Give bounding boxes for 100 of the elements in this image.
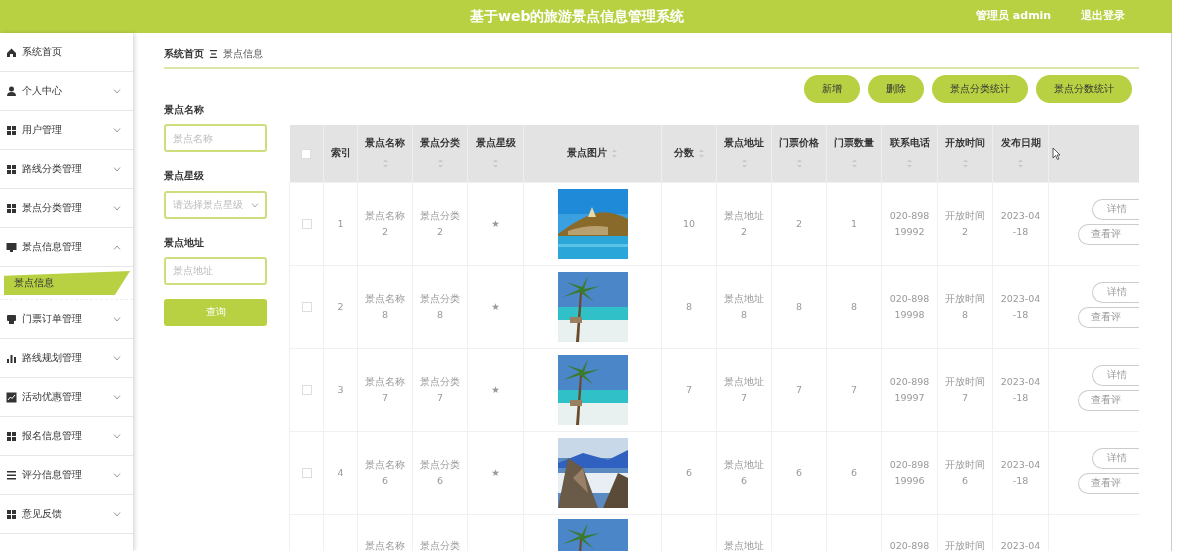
table-cell: 开放时间2 — [945, 209, 985, 237]
home-icon — [6, 46, 17, 58]
column-header[interactable]: 景点地址 — [724, 137, 764, 148]
column-header[interactable]: 联系电话 — [889, 137, 930, 148]
monitor-icon — [6, 241, 17, 253]
field-label: 景点名称 — [164, 103, 205, 117]
column-header[interactable]: 景点星级 — [475, 137, 516, 148]
table-cell: 2 — [795, 217, 802, 229]
sidebar-item[interactable]: 景点信息管理 — [0, 228, 133, 267]
table-cell: 1 — [337, 217, 344, 229]
table-cell: 景点地址7 — [724, 375, 764, 403]
chevron-icon — [251, 202, 259, 208]
sidebar-item[interactable]: 活动优惠管理 — [0, 378, 133, 417]
checkbox[interactable] — [301, 302, 312, 312]
action-button[interactable]: 景点分数统计 — [1036, 75, 1132, 103]
column-header[interactable]: 发布日期 — [1000, 137, 1041, 148]
breadcrumb-item[interactable]: 系统首页 — [164, 46, 204, 62]
breadcrumb-item: 景点信息 — [223, 46, 263, 61]
table-cell: 6 — [850, 466, 857, 478]
grid-icon — [6, 124, 17, 136]
column-header[interactable]: 景点分类 — [420, 137, 460, 148]
field-label: 景点星级 — [164, 169, 205, 184]
sidebar-item[interactable]: 用户管理 — [0, 111, 133, 150]
table-cell: 020-89819996 — [889, 458, 930, 486]
table-cell: 开放时间 — [945, 539, 985, 551]
table-cell: 2023-04-18 — [1000, 375, 1041, 403]
table-cell: 景点分类 — [420, 539, 460, 551]
table-cell: 景点地址 — [724, 539, 764, 551]
table-cell: 6 — [685, 466, 692, 478]
table-cell: 开放时间7 — [945, 375, 985, 403]
grid-icon — [6, 163, 17, 175]
column-header[interactable]: 门票价格 — [779, 137, 819, 148]
table-cell: ★ — [491, 466, 500, 478]
field-label: 景点地址 — [164, 235, 205, 250]
column-header[interactable]: 门票数量 — [834, 137, 874, 148]
cursor-icon — [1052, 147, 1061, 161]
table-cell: ★ — [491, 383, 500, 395]
sidebar-item[interactable]: 报名信息管理 — [0, 417, 133, 456]
table-cell: 景点名称8 — [365, 292, 405, 320]
table-cell: 4 — [337, 466, 344, 478]
column-header[interactable]: 索引 — [330, 147, 351, 159]
table-cell: 7 — [795, 383, 802, 395]
sidebar-item[interactable]: 评分信息管理 — [0, 456, 133, 495]
table-cell: ★ — [491, 217, 500, 229]
user-icon — [6, 85, 17, 97]
sidebar-item[interactable]: 景点分类管理 — [0, 189, 133, 228]
table-cell: 景点分类6 — [420, 458, 460, 486]
table-cell: 景点地址6 — [724, 458, 764, 486]
sidebar-item[interactable]: 意见反馈 — [0, 495, 133, 534]
line-chart-icon — [6, 391, 17, 403]
sidebar-item[interactable]: 路线规划管理 — [0, 339, 133, 378]
checkbox[interactable] — [301, 385, 312, 395]
table-cell: 2 — [337, 300, 344, 312]
user-label: 管理员 admin — [976, 8, 1053, 25]
sidebar-item[interactable]: 门票订单管理 — [0, 300, 133, 339]
table-cell: 景点分类2 — [420, 209, 460, 237]
table-cell: 6 — [795, 466, 802, 478]
column-header[interactable]: 开放时间 — [945, 137, 985, 148]
checkbox[interactable] — [301, 148, 312, 159]
sidebar-item[interactable]: 个人中心 — [0, 72, 133, 111]
sidebar-item[interactable]: 系统首页 — [0, 33, 133, 72]
table-cell: 景点分类7 — [420, 375, 460, 403]
table-cell: 景点名称 — [365, 539, 405, 551]
table-cell: 2023-04-18 — [1000, 209, 1041, 237]
action-button[interactable]: 景点分类统计 — [932, 75, 1028, 103]
table-cell: 景点地址2 — [724, 209, 764, 237]
table-cell: 7 — [685, 383, 692, 395]
checkbox[interactable] — [301, 468, 312, 478]
submenu-item[interactable]: 景点信息 — [4, 271, 130, 295]
table-cell: 020-89819992 — [889, 209, 930, 237]
table-cell: 2023-04-18 — [1000, 458, 1041, 486]
grid-icon — [6, 508, 17, 520]
table-cell: 2023-04 — [1000, 539, 1041, 551]
app-title: 基于web的旅游景点信息管理系统 — [470, 7, 686, 26]
grid-icon — [6, 430, 17, 442]
action-button[interactable]: 新增 — [804, 75, 860, 103]
table-cell: 景点名称2 — [365, 209, 405, 237]
table-cell: 景点名称7 — [365, 375, 405, 403]
table-cell: 020-89819998 — [889, 292, 930, 320]
sidebar-item[interactable]: 路线分类管理 — [0, 150, 133, 189]
table-cell: 8 — [685, 300, 692, 312]
list-icon — [6, 469, 17, 481]
bar-chart-icon — [6, 352, 17, 364]
table-cell: 3 — [337, 383, 344, 395]
input-field[interactable]: 景点名称 — [164, 124, 267, 153]
action-button[interactable]: 删除 — [868, 75, 924, 103]
table-cell: 景点名称6 — [365, 458, 405, 486]
table-cell: 020-89819997 — [889, 375, 930, 403]
column-header[interactable]: 景点图片 — [567, 147, 607, 159]
column-header[interactable]: 景点名称 — [365, 137, 405, 148]
table-cell: 7 — [850, 383, 857, 395]
table-cell: ★ — [491, 300, 500, 312]
table-cell: 8 — [795, 300, 802, 312]
table-cell: 景点分类8 — [420, 292, 460, 320]
column-header[interactable]: 分数 — [673, 147, 694, 159]
select-field[interactable]: 请选择景点星级 — [164, 190, 267, 219]
checkbox[interactable] — [301, 219, 312, 229]
separator-icon — [210, 50, 217, 58]
table-cell: 10 — [682, 217, 696, 229]
table-cell: 开放时间8 — [945, 292, 985, 320]
